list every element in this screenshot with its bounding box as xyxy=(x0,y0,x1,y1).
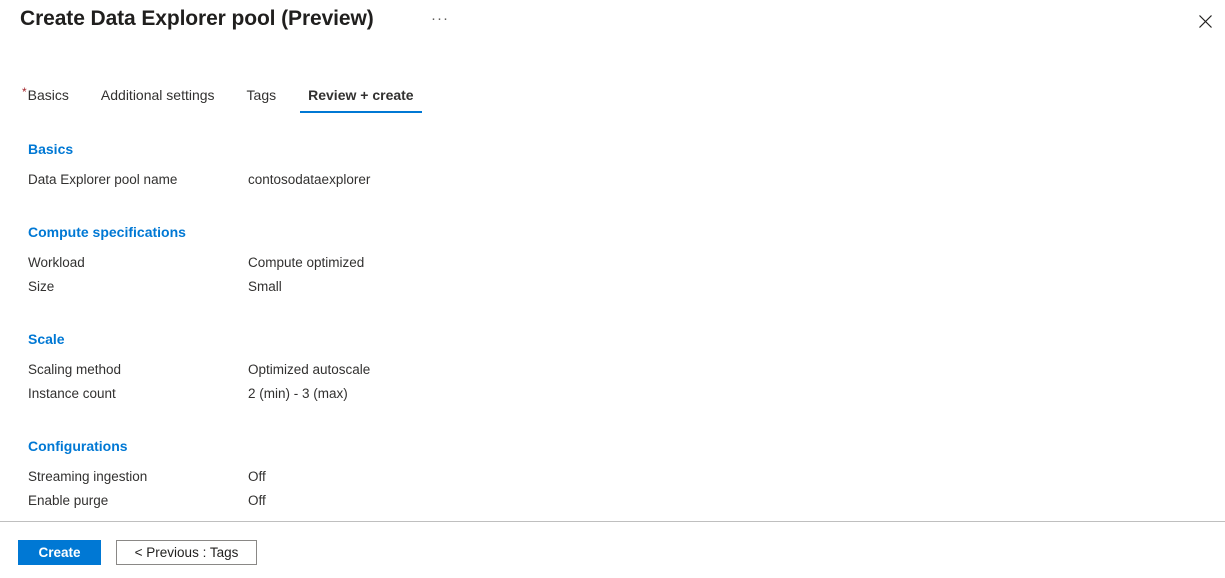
tab-basics[interactable]: *Basics xyxy=(14,86,77,114)
summary-row: Workload Compute optimized xyxy=(0,254,1225,278)
tab-review-create[interactable]: Review + create xyxy=(300,86,422,114)
more-options-icon[interactable]: ··· xyxy=(429,10,451,32)
summary-row: Instance count 2 (min) - 3 (max) xyxy=(0,385,1225,409)
tab-label: Tags xyxy=(246,87,277,103)
summary-row-value: 2 (min) - 3 (max) xyxy=(248,386,348,401)
summary-row: Streaming ingestion Off xyxy=(0,468,1225,492)
section-rows: Data Explorer pool name contosodataexplor… xyxy=(0,171,1225,195)
review-section: Scale Scaling method Optimized autoscale In… xyxy=(0,330,1225,409)
summary-row: Enable purge Off xyxy=(0,492,1225,516)
summary-row-label: Workload xyxy=(28,255,85,270)
summary-row: Size Small xyxy=(0,278,1225,302)
summary-row: Scaling method Optimized autoscale xyxy=(0,361,1225,385)
section-title: Configurations xyxy=(28,438,128,454)
tab-additional-settings[interactable]: Additional settings xyxy=(93,86,223,114)
section-rows: Scaling method Optimized autoscale Instanc… xyxy=(0,361,1225,409)
summary-row-label: Size xyxy=(28,279,55,294)
tab-label: Review + create xyxy=(308,87,414,103)
review-content: Basics Data Explorer pool name contosodata… xyxy=(0,140,1225,520)
summary-row-value: Optimized autoscale xyxy=(248,362,371,377)
section-title: Basics xyxy=(28,141,74,157)
review-section: Configurations Streaming ingestion Off Enab… xyxy=(0,437,1225,516)
summary-row-value: Off xyxy=(248,469,266,484)
section-rows: Workload Compute optimized Size Small xyxy=(0,254,1225,302)
summary-row-value: Compute optimized xyxy=(248,255,365,270)
section-rows: Streaming ingestion Off Enable purge Off xyxy=(0,468,1225,516)
previous-tags-button[interactable]: < Previous : Tags xyxy=(116,540,257,565)
summary-row-label: Streaming ingestion xyxy=(28,469,148,484)
summary-row-value: Small xyxy=(248,279,282,294)
wizard-tabs: *Basics Additional settings Tags Review + c… xyxy=(0,86,1225,118)
summary-row-label: Data Explorer pool name xyxy=(28,172,178,187)
blade-header: Create Data Explorer pool (Preview) ··· xyxy=(0,0,1225,50)
summary-row: Data Explorer pool name contosodataexplor… xyxy=(0,171,1225,195)
page-title: Create Data Explorer pool (Preview) xyxy=(20,7,374,30)
summary-row-label: Scaling method xyxy=(28,362,122,377)
summary-row-label: Enable purge xyxy=(28,493,109,508)
summary-row-label: Instance count xyxy=(28,386,116,401)
required-asterisk: * xyxy=(22,85,27,99)
tab-tags[interactable]: Tags xyxy=(239,86,285,114)
section-title: Compute specifications xyxy=(28,224,186,240)
tab-label: Additional settings xyxy=(100,87,215,103)
summary-row-value: contosodataexplorer xyxy=(248,172,371,187)
summary-row-value: Off xyxy=(248,493,266,508)
tab-label: Basics xyxy=(27,87,69,103)
active-tab-underline xyxy=(300,111,422,113)
create-button[interactable]: Create xyxy=(18,540,101,565)
review-section: Compute specifications Workload Compute op… xyxy=(0,223,1225,302)
blade-footer: Create < Previous : Tags xyxy=(0,522,1225,578)
close-icon[interactable] xyxy=(1191,8,1219,36)
review-section: Basics Data Explorer pool name contosodata… xyxy=(0,140,1225,195)
section-title: Scale xyxy=(28,331,65,347)
